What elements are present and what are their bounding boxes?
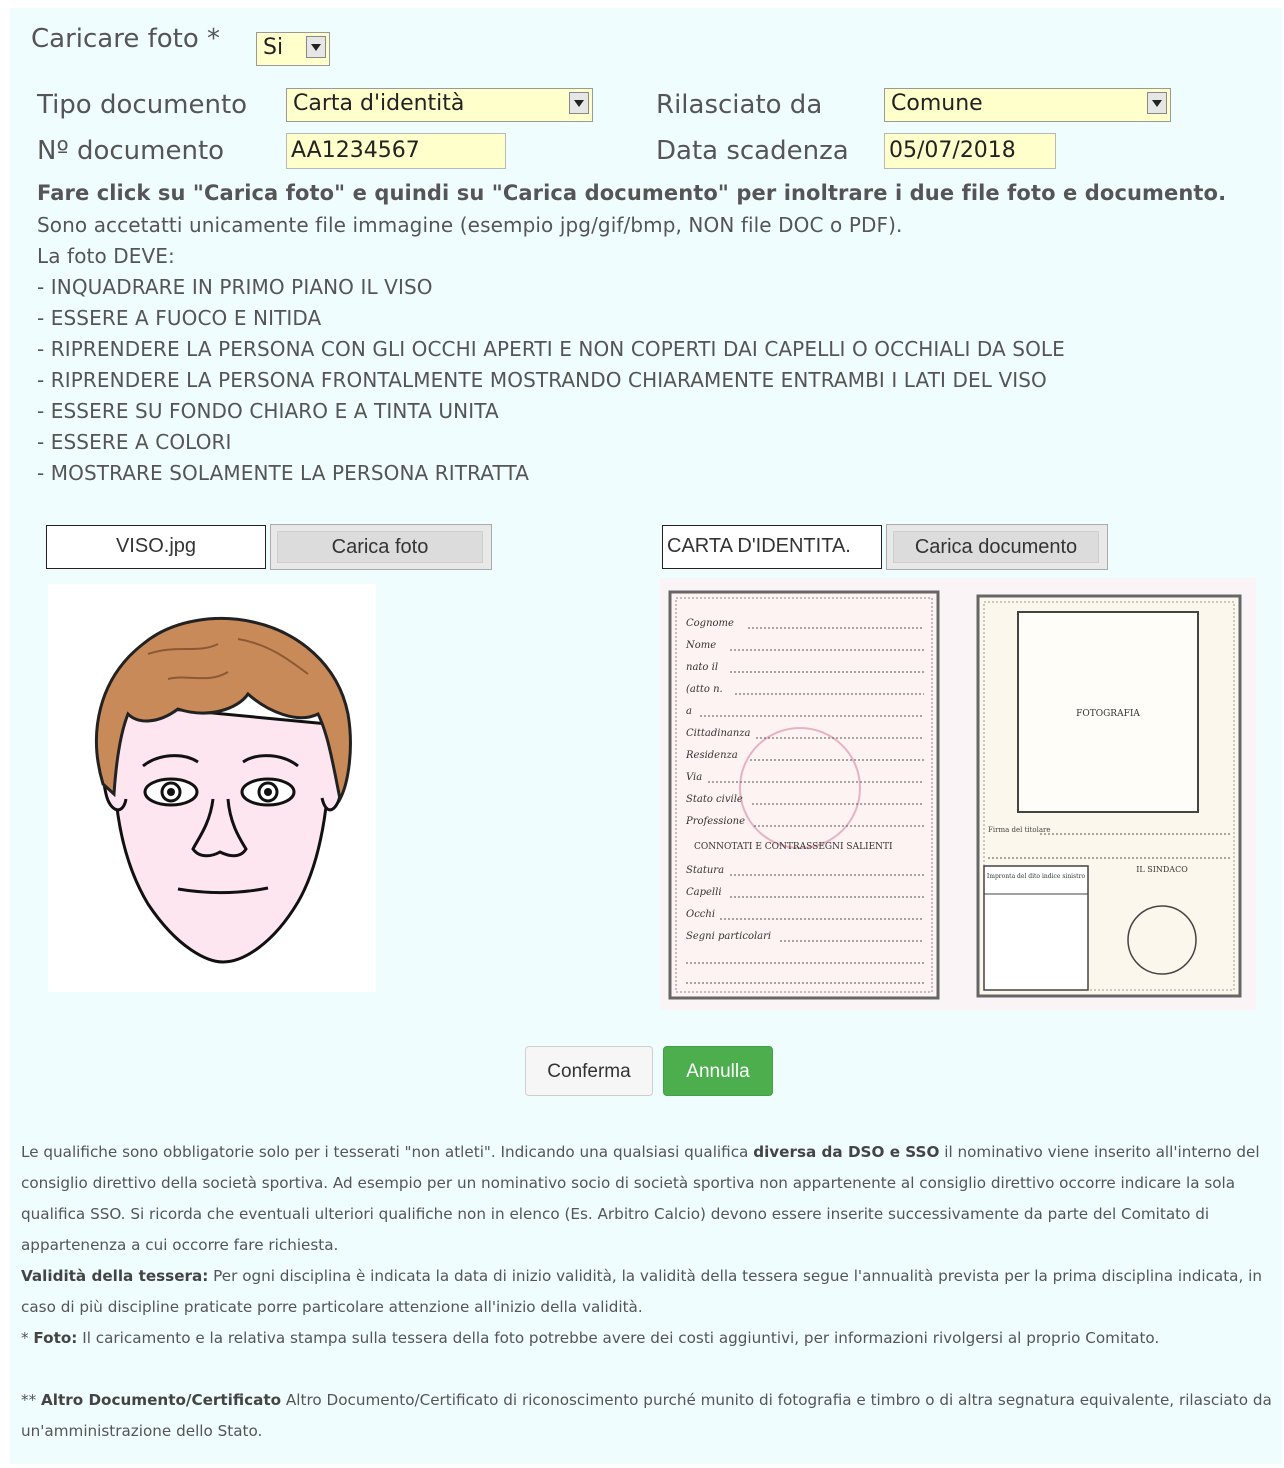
issued-by-select[interactable]: Comune [884, 88, 1171, 122]
face-illustration [95, 616, 352, 964]
upload-document-button-label: Carica documento [893, 531, 1099, 563]
id-field: Statura [686, 865, 724, 876]
confirm-button[interactable]: Conferma [525, 1046, 653, 1096]
id-section-title: CONNOTATI E CONTRASSEGNI SALIENTI [694, 842, 893, 852]
fingerprint-label: Impronta del dito indice sinistro [987, 873, 1086, 880]
id-field: Cittadinanza [686, 728, 751, 739]
highlight-text: diversa da DSO e SSO [753, 1143, 940, 1161]
document-file-name: CARTA D'IDENTITA. [662, 525, 882, 569]
id-field: Segni particolari [686, 931, 771, 942]
expiry-date-input[interactable]: 05/07/2018 [884, 133, 1056, 169]
photo-placeholder-label: FOTOGRAFIA [1076, 709, 1140, 719]
upload-photo-value: Si [263, 35, 284, 60]
id-field: a [686, 706, 692, 717]
doc-type-select[interactable]: Carta d'identità [286, 88, 593, 122]
upload-photo-button[interactable]: Carica foto [270, 524, 492, 570]
id-field: nato il [686, 662, 718, 673]
id-field: Stato civile [686, 794, 743, 805]
document-preview: Cognome Nome nato il (atto n. a Cittadin… [660, 578, 1256, 1010]
id-field: Cognome [686, 618, 734, 629]
footer-note-altro-documento: ** Altro Documento/Certificato Altro Doc… [21, 1391, 1272, 1440]
instruction-line: La foto DEVE: [37, 244, 175, 268]
upload-photo-button-label: Carica foto [277, 531, 483, 563]
instruction-line: - RIPRENDERE LA PERSONA FRONTALMENTE MOS… [37, 368, 1047, 392]
id-card-illustration: Cognome Nome nato il (atto n. a Cittadin… [668, 590, 1242, 1000]
other-doc-title: Altro Documento/Certificato [41, 1391, 282, 1409]
footer-note-qualifiche: Le qualifiche sono obbligatorie solo per… [21, 1143, 1260, 1254]
chevron-down-icon[interactable] [1147, 92, 1167, 114]
upload-photo-label: Caricare foto * [31, 24, 221, 54]
upload-photo-select[interactable]: Si [256, 32, 330, 66]
photo-file-name: VISO.jpg [46, 525, 266, 569]
photo-note-title: Foto: [33, 1329, 78, 1347]
id-field: Via [686, 772, 702, 783]
doc-number-input[interactable]: AA1234567 [286, 133, 506, 169]
chevron-down-icon[interactable] [569, 92, 589, 114]
id-field: (atto n. [686, 684, 723, 695]
expiry-label: Data scadenza [656, 136, 849, 166]
doc-type-value: Carta d'identità [293, 91, 465, 116]
instruction-line: - RIPRENDERE LA PERSONA CON GLI OCCHI AP… [37, 337, 1065, 361]
footer-note-foto: * Foto: Il caricamento e la relativa sta… [21, 1329, 1160, 1347]
id-field: Nome [685, 640, 716, 651]
footer-note-validita: Validità della tessera: Per ogni discipl… [21, 1267, 1262, 1316]
doc-type-label: Tipo documento [37, 90, 248, 120]
instruction-line: - ESSERE SU FONDO CHIARO E A TINTA UNITA [37, 399, 499, 423]
instruction-line: - INQUADRARE IN PRIMO PIANO IL VISO [37, 275, 433, 299]
id-field: Residenza [685, 750, 738, 761]
id-field: Occhi [686, 909, 715, 920]
mayor-label: IL SINDACO [1136, 865, 1188, 874]
id-field: Professione [685, 816, 745, 827]
instruction-line: - ESSERE A COLORI [37, 430, 232, 454]
id-field: Capelli [686, 887, 722, 898]
validity-title: Validità della tessera: [21, 1267, 209, 1285]
instruction-line: Sono accetatti unicamente file immagine … [37, 213, 903, 237]
photo-preview [48, 584, 376, 992]
signature-label: Firma del titolare [988, 826, 1051, 834]
instruction-line: - MOSTRARE SOLAMENTE LA PERSONA RITRATTA [37, 461, 530, 485]
instructions-heading: Fare click su "Carica foto" e quindi su … [37, 181, 1227, 205]
cancel-button[interactable]: Annulla [663, 1046, 773, 1096]
instruction-line: - ESSERE A FUOCO E NITIDA [37, 306, 322, 330]
doc-number-label: Nº documento [37, 136, 225, 166]
issued-by-value: Comune [891, 91, 983, 116]
issued-by-label: Rilasciato da [656, 90, 823, 120]
chevron-down-icon[interactable] [306, 36, 326, 58]
upload-document-button[interactable]: Carica documento [886, 524, 1108, 570]
